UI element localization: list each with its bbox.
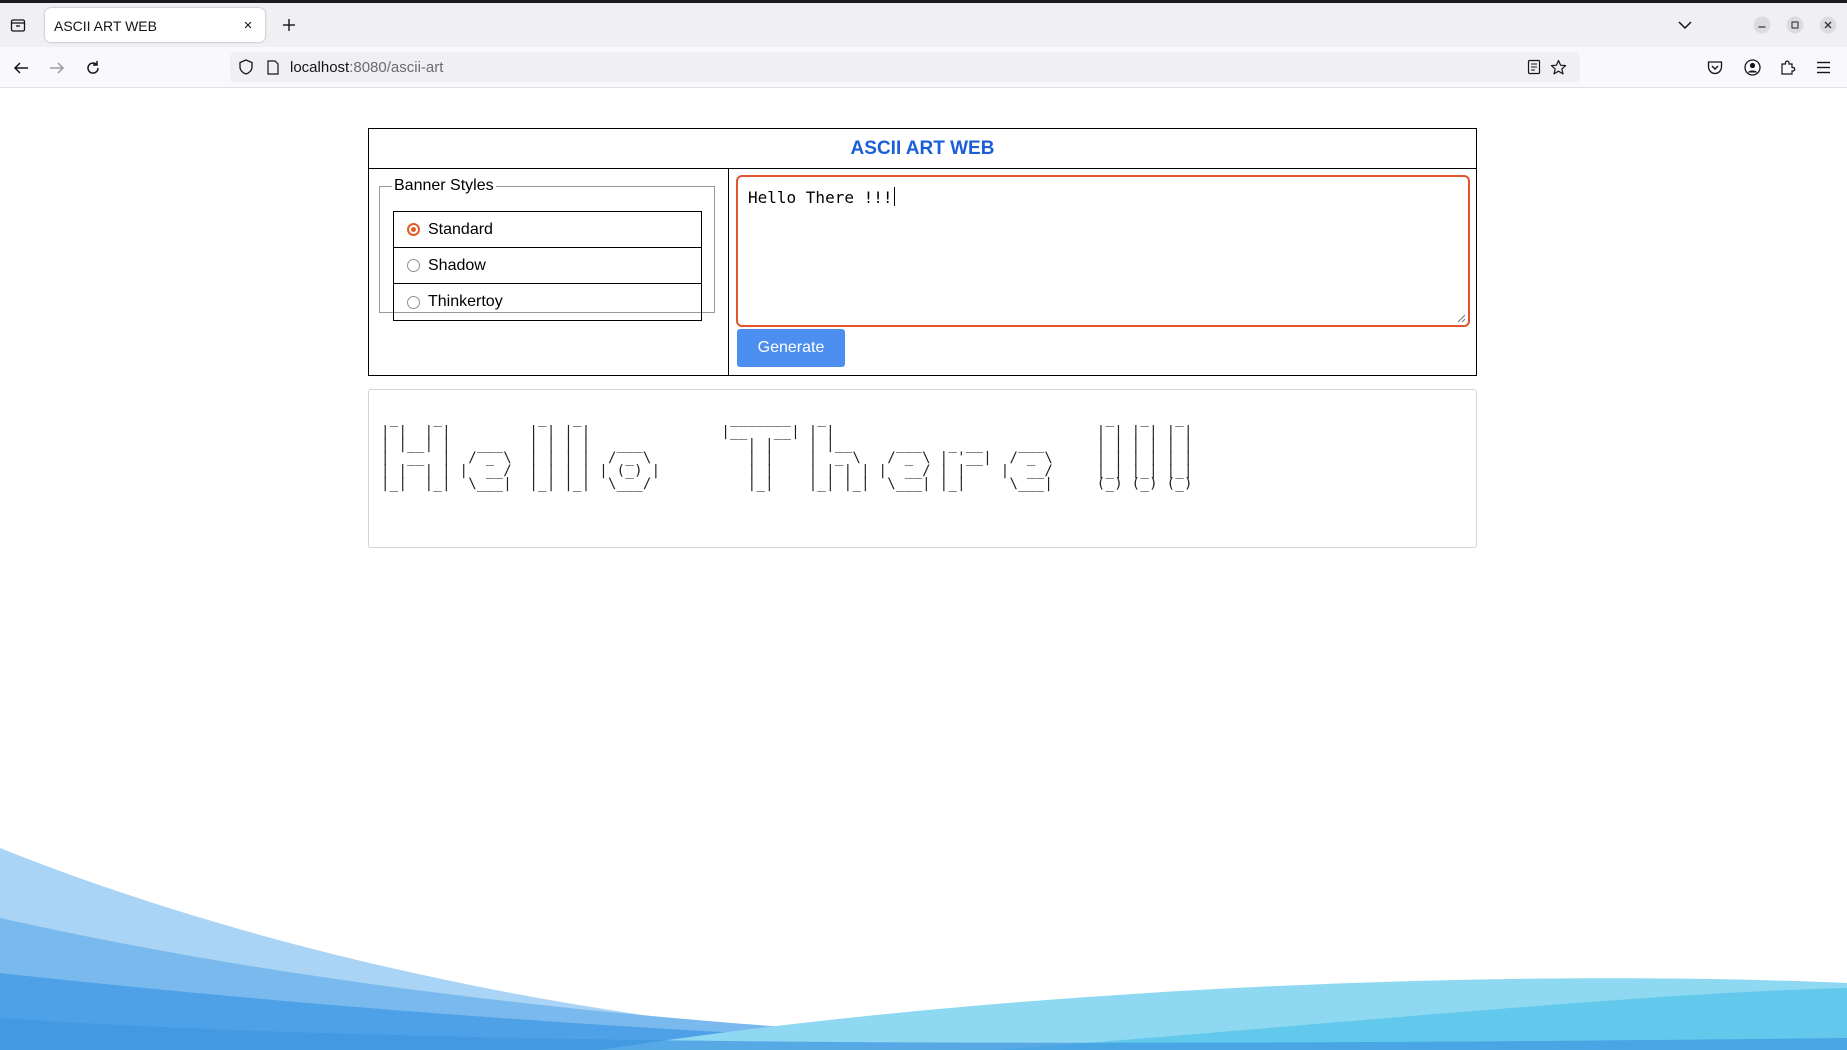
forward-arrow-icon[interactable] <box>44 55 70 81</box>
bookmark-star-icon[interactable] <box>1548 57 1568 77</box>
url-bar[interactable]: localhost:8080/ascii-art <box>230 52 1580 82</box>
input-cell: Hello There !!! Generate <box>729 169 1476 375</box>
pocket-icon[interactable] <box>1703 55 1727 79</box>
url-text: localhost:8080/ascii-art <box>290 59 444 76</box>
title-row: ASCII ART WEB <box>369 129 1476 169</box>
extensions-icon[interactable] <box>1776 55 1800 79</box>
back-arrow-icon[interactable] <box>8 55 34 81</box>
window-close-icon[interactable] <box>1819 16 1837 34</box>
radio-standard[interactable] <box>407 223 420 236</box>
reload-icon[interactable] <box>80 55 106 81</box>
shield-icon[interactable] <box>236 57 256 77</box>
banner-cell: Banner Styles Standard Shadow Thinkertoy <box>369 169 729 375</box>
resize-grip-icon[interactable] <box>1456 313 1466 323</box>
banner-option-shadow[interactable]: Shadow <box>394 248 701 284</box>
radio-shadow[interactable] <box>407 259 420 272</box>
chevron-down-icon[interactable] <box>1676 16 1694 34</box>
text-input[interactable]: Hello There !!! <box>736 175 1470 327</box>
banner-options: Standard Shadow Thinkertoy <box>393 211 702 321</box>
banner-option-standard[interactable]: Standard <box>394 212 701 248</box>
navigation-bar: localhost:8080/ascii-art <box>0 47 1847 88</box>
banner-option-label: Shadow <box>428 256 486 274</box>
page-title: ASCII ART WEB <box>850 137 995 159</box>
close-icon[interactable]: × <box>239 16 257 34</box>
text-caret <box>893 187 895 206</box>
page-icon[interactable] <box>263 57 283 77</box>
plus-icon[interactable] <box>276 12 302 38</box>
tab-list-icon[interactable] <box>6 13 30 37</box>
banner-option-thinkertoy[interactable]: Thinkertoy <box>394 284 701 320</box>
banner-option-label: Thinkertoy <box>428 293 503 310</box>
minimize-icon[interactable] <box>1753 16 1771 34</box>
generate-button[interactable]: Generate <box>737 329 845 367</box>
account-icon[interactable] <box>1740 55 1764 79</box>
page-viewport: ASCII ART WEB Banner Styles Standard Sha… <box>0 88 1847 1050</box>
menu-icon[interactable] <box>1811 55 1835 79</box>
radio-thinkertoy[interactable] <box>407 295 420 309</box>
banner-option-label: Standard <box>428 220 493 238</box>
tab-title: ASCII ART WEB <box>54 18 157 34</box>
restore-icon[interactable] <box>1786 16 1804 34</box>
text-input-value: Hello There !!! <box>748 187 895 207</box>
ascii-form-table: ASCII ART WEB Banner Styles Standard Sha… <box>368 128 1477 376</box>
ascii-art-output: _ _ _ _ _______ _ _ _ _ | | | | | | | | … <box>381 411 1193 492</box>
reader-view-icon[interactable] <box>1524 57 1544 77</box>
tab-bar: ASCII ART WEB × <box>0 3 1847 47</box>
tab-ascii-art-web[interactable]: ASCII ART WEB × <box>45 8 265 42</box>
banner-styles-fieldset: Banner Styles Standard Shadow Thinkertoy <box>379 177 715 321</box>
banner-styles-legend: Banner Styles <box>394 177 494 194</box>
ascii-output-box: _ _ _ _ _______ _ _ _ _ | | | | | | | | … <box>368 389 1477 548</box>
